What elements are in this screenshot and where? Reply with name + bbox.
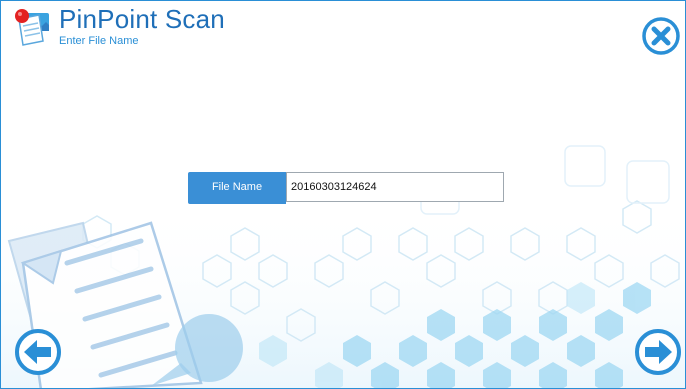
page-subtitle: Enter File Name [59, 35, 139, 47]
arrow-right-circle-icon [635, 329, 681, 375]
pinpoint-scan-logo-icon [15, 9, 49, 46]
file-name-input[interactable] [286, 172, 504, 202]
file-name-row: File Name [188, 172, 504, 204]
file-name-label: File Name [188, 172, 286, 204]
app-title: PinPoint Scan [59, 4, 225, 34]
next-button[interactable] [634, 328, 682, 376]
back-button[interactable] [14, 328, 62, 376]
close-x-circle-icon [642, 17, 680, 55]
close-button[interactable] [641, 16, 681, 56]
arrow-left-circle-icon [15, 329, 61, 375]
app-window: PinPoint Scan Enter File Name File Name [0, 0, 686, 389]
